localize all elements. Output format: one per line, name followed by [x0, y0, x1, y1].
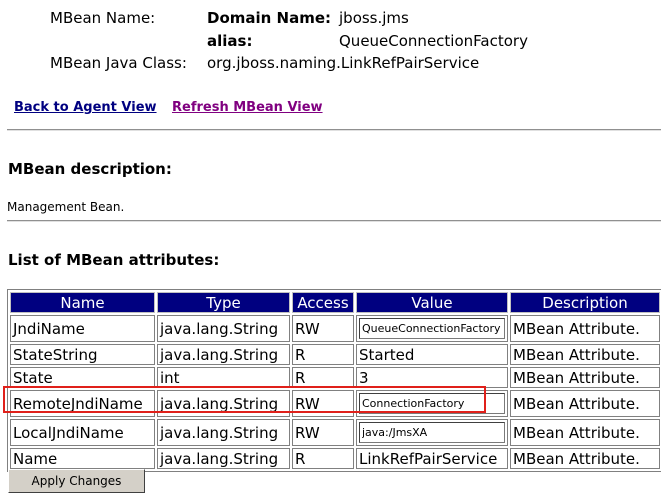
alias-label: alias: — [207, 32, 253, 50]
attribute-value: 3 — [356, 367, 508, 388]
java-class-value: org.jboss.naming.LinkRefPairService — [207, 54, 480, 72]
attribute-value: Started — [356, 344, 508, 365]
column-header-description: Description — [510, 292, 660, 313]
attribute-name: RemoteJndiName — [10, 390, 155, 417]
table-row: StateString java.lang.String R Started M… — [10, 344, 660, 365]
divider — [7, 129, 661, 131]
attribute-name: State — [10, 367, 155, 388]
attribute-access: R — [292, 344, 354, 365]
attribute-value-cell — [356, 315, 508, 342]
column-header-value: Value — [356, 292, 508, 313]
attribute-access: RW — [292, 419, 354, 446]
table-row: JndiName java.lang.String RW MBean Attri… — [10, 315, 660, 342]
local-jndi-name-input[interactable] — [359, 422, 505, 443]
attribute-description: MBean Attribute. — [510, 390, 660, 417]
attribute-description: MBean Attribute. — [510, 448, 660, 469]
column-header-name: Name — [10, 292, 155, 313]
jndi-name-input[interactable] — [359, 318, 505, 339]
apply-changes-button[interactable]: Apply Changes — [8, 469, 145, 493]
table-row: Name java.lang.String R LinkRefPairServi… — [10, 448, 660, 469]
attribute-access: R — [292, 448, 354, 469]
alias-value: QueueConnectionFactory — [339, 32, 528, 50]
attribute-type: java.lang.String — [157, 344, 290, 365]
attribute-name: StateString — [10, 344, 155, 365]
table-header-row: Name Type Access Value Description — [10, 292, 660, 313]
attribute-access: R — [292, 367, 354, 388]
table-row: State int R 3 MBean Attribute. — [10, 367, 660, 388]
attribute-access: RW — [292, 315, 354, 342]
mbean-name-label: MBean Name: — [50, 9, 156, 27]
table-row: RemoteJndiName java.lang.String RW MBean… — [10, 390, 660, 417]
refresh-mbean-view-link[interactable]: Refresh MBean View — [172, 100, 323, 115]
attribute-type: java.lang.String — [157, 419, 290, 446]
attribute-description: MBean Attribute. — [510, 315, 660, 342]
attribute-type: java.lang.String — [157, 448, 290, 469]
attribute-name: Name — [10, 448, 155, 469]
attributes-heading: List of MBean attributes: — [8, 251, 220, 269]
attribute-value: LinkRefPairService — [356, 448, 508, 469]
back-to-agent-view-link[interactable]: Back to Agent View — [14, 100, 157, 115]
description-heading: MBean description: — [8, 160, 172, 178]
attribute-description: MBean Attribute. — [510, 344, 660, 365]
attributes-table: Name Type Access Value Description JndiN… — [7, 289, 661, 472]
attribute-access: RW — [292, 390, 354, 417]
domain-name-label: Domain Name: — [207, 9, 332, 27]
attribute-value-cell — [356, 419, 508, 446]
attribute-description: MBean Attribute. — [510, 419, 660, 446]
attribute-value-cell — [356, 390, 508, 417]
divider — [7, 220, 661, 222]
attribute-description: MBean Attribute. — [510, 367, 660, 388]
attribute-type: java.lang.String — [157, 315, 290, 342]
domain-name-value: jboss.jms — [339, 9, 409, 27]
table-row: LocalJndiName java.lang.String RW MBean … — [10, 419, 660, 446]
remote-jndi-name-input[interactable] — [359, 393, 505, 414]
attribute-name: JndiName — [10, 315, 155, 342]
description-text: Management Bean. — [7, 200, 125, 214]
column-header-access: Access — [292, 292, 354, 313]
java-class-label: MBean Java Class: — [50, 54, 187, 72]
attribute-type: int — [157, 367, 290, 388]
column-header-type: Type — [157, 292, 290, 313]
attribute-name: LocalJndiName — [10, 419, 155, 446]
attribute-type: java.lang.String — [157, 390, 290, 417]
